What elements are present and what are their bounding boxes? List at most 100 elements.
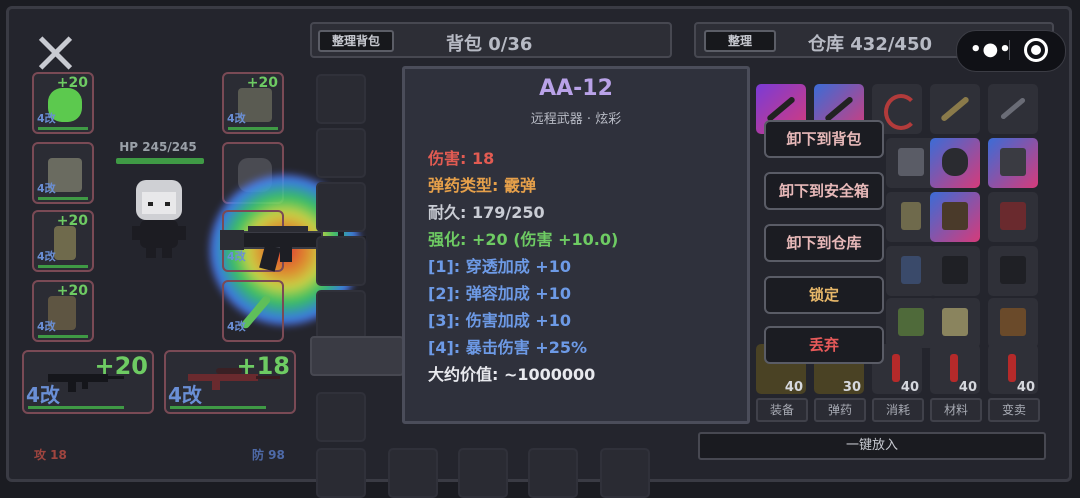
mod-line: [4]: 暴击伤害 +25% — [428, 338, 588, 357]
defense-stat: 防 98 — [252, 448, 285, 462]
storage-cell[interactable] — [930, 298, 980, 348]
upgrade-level: +20 — [56, 283, 88, 299]
player-avatar — [132, 180, 186, 258]
storage-cell[interactable] — [930, 246, 980, 296]
close-target-icon[interactable] — [1024, 38, 1048, 62]
unequip-to-backpack-button[interactable]: 卸下到背包 — [764, 120, 884, 158]
item-quantity: 40 — [1016, 380, 1035, 395]
item-quantity: 40 — [900, 380, 919, 395]
armor-vest-icon — [898, 308, 924, 336]
armor-vest-icon — [942, 308, 968, 336]
lock-button[interactable]: 锁定 — [764, 276, 884, 314]
storage-cell[interactable] — [988, 192, 1038, 242]
backpack-cell[interactable] — [528, 448, 578, 498]
more-icon[interactable]: •●• — [970, 39, 1012, 60]
weapon-slot-primary[interactable]: +20 4改 — [22, 350, 154, 414]
storage-cell[interactable] — [930, 84, 980, 134]
weapon-slot-secondary[interactable]: +18 4改 — [164, 350, 296, 414]
shell-ammo-icon — [950, 354, 958, 382]
unequip-to-safebox-button[interactable]: 卸下到安全箱 — [764, 172, 884, 210]
sickle-icon — [884, 94, 918, 130]
storage-capacity: 仓库 432/450 — [808, 34, 932, 55]
equip-slot-armor[interactable]: +20 4改 — [222, 72, 284, 134]
tab-equipment[interactable]: 装备 — [756, 398, 808, 422]
shell-ammo-icon — [892, 354, 900, 382]
backpack-cell[interactable] — [388, 448, 438, 498]
upgrade-level: +20 — [56, 213, 88, 229]
stat-enhance: 强化: +20 (伤害 +10.0) — [428, 230, 619, 249]
equip-slot-pet[interactable]: +20 4改 — [32, 72, 94, 134]
equip-slot-melee[interactable]: 4改 — [222, 280, 284, 342]
storage-cell[interactable] — [886, 298, 936, 348]
jacket-icon — [1000, 256, 1026, 284]
shell-ammo-icon — [1008, 354, 1016, 382]
mod-count: 4改 — [227, 112, 246, 125]
storage-cell[interactable] — [988, 84, 1038, 134]
tab-materials[interactable]: 材料 — [930, 398, 982, 422]
unequip-to-storage-button[interactable]: 卸下到仓库 — [764, 224, 884, 262]
durability-bar — [228, 127, 278, 130]
boots-icon — [942, 202, 968, 230]
mod-count: 4改 — [37, 112, 56, 125]
pants-icon — [54, 226, 76, 260]
mod-line: [2]: 弹容加成 +10 — [428, 284, 571, 303]
upgrade-level: +20 — [56, 75, 88, 91]
backpack-cell[interactable] — [316, 290, 366, 340]
upgrade-level: +20 — [94, 352, 148, 380]
hp-label: HP 245/245 — [119, 140, 197, 154]
tab-consumables[interactable]: 消耗 — [872, 398, 924, 422]
storage-cell[interactable] — [988, 298, 1038, 348]
durability-bar — [38, 335, 88, 338]
rifle-icon — [940, 95, 970, 123]
stat-ammo-type: 弹药类型: 霰弹 — [428, 176, 536, 195]
storage-cell[interactable] — [886, 192, 936, 242]
sort-storage-button[interactable]: 整理 — [704, 30, 776, 52]
rifle-icon — [766, 95, 796, 123]
backpack-cell[interactable] — [316, 448, 366, 498]
backpack-cell[interactable] — [316, 392, 366, 442]
coat-icon — [1000, 308, 1026, 336]
item-quantity: 40 — [958, 380, 977, 395]
tab-sell[interactable]: 变卖 — [988, 398, 1040, 422]
storage-cell[interactable] — [930, 192, 980, 242]
storage-cell[interactable] — [886, 246, 936, 296]
storage-cell[interactable] — [930, 138, 980, 188]
helmet-icon — [942, 148, 968, 176]
hp-bar — [116, 158, 204, 164]
equip-slot-boots[interactable]: +20 4改 — [32, 280, 94, 342]
backpack-cell[interactable] — [316, 236, 366, 286]
backpack-cell[interactable] — [600, 448, 650, 498]
put-all-button[interactable]: 一键放入 — [698, 432, 1046, 460]
item-value: 大约价值: ~1000000 — [428, 365, 596, 384]
attack-stat: 攻 18 — [34, 448, 67, 462]
storage-cell[interactable]: 40 — [988, 344, 1038, 395]
item-name: AA-12 — [539, 76, 613, 101]
pants-icon — [901, 256, 921, 284]
mod-line: [1]: 穿透加成 +10 — [428, 257, 571, 276]
storage-cell[interactable] — [886, 138, 936, 188]
item-quantity: 40 — [784, 380, 803, 395]
rifle-icon — [824, 95, 854, 123]
upgrade-level: +20 — [246, 75, 278, 91]
durability-bar — [38, 265, 88, 268]
vest-icon — [1000, 148, 1026, 176]
backpack-cell[interactable] — [316, 74, 366, 124]
close-icon[interactable] — [36, 34, 74, 72]
equip-slot-pants[interactable]: +20 4改 — [32, 210, 94, 272]
backpack-header: 整理背包 背包 0/36 — [310, 22, 672, 58]
backpack-cell[interactable] — [458, 448, 508, 498]
discard-button[interactable]: 丢弃 — [764, 326, 884, 364]
knife-icon — [999, 96, 1027, 121]
storage-cell[interactable]: 40 — [930, 344, 980, 395]
storage-cell[interactable] — [988, 246, 1038, 296]
backpack-cell[interactable] — [316, 182, 366, 232]
jacket-icon — [942, 256, 968, 284]
durability-bar — [38, 127, 88, 130]
storage-cell[interactable] — [988, 138, 1038, 188]
backpack-capacity: 背包 0/36 — [446, 34, 533, 55]
backpack-cell[interactable] — [316, 128, 366, 178]
sort-backpack-button[interactable]: 整理背包 — [318, 30, 394, 52]
mod-count: 4改 — [37, 182, 56, 195]
equip-slot-vest[interactable]: 4改 — [32, 142, 94, 204]
tab-ammo[interactable]: 弹药 — [814, 398, 866, 422]
